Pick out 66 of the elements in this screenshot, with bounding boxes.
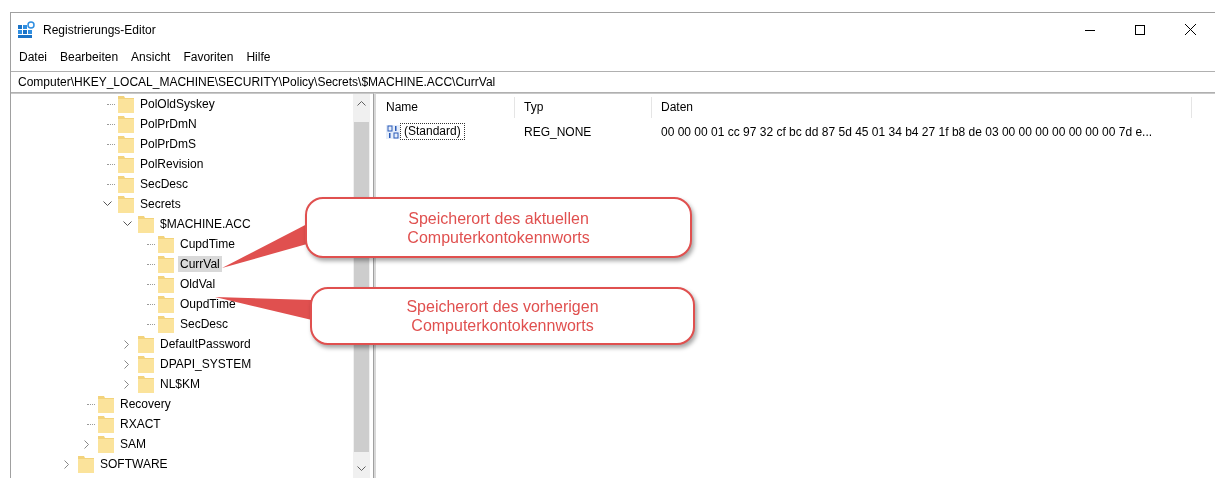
registry-editor-icon <box>18 21 35 38</box>
chevron-right-icon[interactable] <box>124 339 130 349</box>
column-header[interactable]: Name <box>377 97 515 118</box>
menu-item[interactable]: Bearbeiten <box>53 50 125 64</box>
folder-icon <box>78 455 94 473</box>
tree-item[interactable]: RXACT <box>118 416 163 432</box>
folder-icon <box>158 235 174 253</box>
folder-icon <box>98 395 114 413</box>
tree-item[interactable]: $MACHINE.ACC <box>158 216 253 232</box>
folder-icon <box>138 355 154 373</box>
tree-item[interactable]: Secrets <box>138 196 183 212</box>
folder-icon <box>98 435 114 453</box>
chevron-up-icon <box>357 100 366 106</box>
value-name[interactable]: (Standard) <box>400 123 465 140</box>
tree-item[interactable]: OldVal <box>178 276 218 292</box>
folder-icon <box>138 375 154 393</box>
binary-value-icon <box>386 124 400 139</box>
column-header[interactable]: Daten <box>652 97 1192 118</box>
menu-item[interactable]: Datei <box>12 50 53 64</box>
chevron-right-icon[interactable] <box>64 459 70 469</box>
menu-item[interactable]: Hilfe <box>239 50 277 64</box>
folder-icon <box>118 195 134 213</box>
tree-item[interactable]: DPAPI_SYSTEM <box>158 356 254 372</box>
tree-item[interactable]: Recovery <box>118 396 173 412</box>
chevron-down-icon[interactable] <box>122 221 132 227</box>
table-cell-text: 00 00 00 01 cc 97 32 cf bc dd 87 5d 45 01 34 b4 27 1f b8 de 03 00 00 00 00 00 00 00 7d e... <box>660 124 1153 139</box>
callout: Speicherort des aktuellen Computerkontokennworts <box>305 197 692 258</box>
folder-icon <box>138 335 154 353</box>
tree-item[interactable]: PolRevision <box>138 156 206 172</box>
tree-item[interactable]: SecDesc <box>138 176 191 192</box>
close-icon <box>1184 24 1196 35</box>
folder-icon <box>158 295 174 313</box>
folder-icon <box>118 95 134 113</box>
tree-item[interactable]: PolOldSyskey <box>138 96 217 112</box>
chevron-down-icon <box>357 466 366 472</box>
chevron-right-icon[interactable] <box>84 439 90 449</box>
folder-icon <box>118 135 134 153</box>
menu-item[interactable]: Favoriten <box>176 50 240 64</box>
tree-item[interactable]: DefaultPassword <box>158 336 253 352</box>
folder-icon <box>158 255 174 273</box>
tree-item[interactable]: SOFTWARE <box>98 456 170 472</box>
tree-item[interactable]: OupdTime <box>178 296 238 312</box>
tree-item[interactable]: CupdTime <box>178 236 237 252</box>
table-cell-text: REG_NONE <box>523 124 593 139</box>
folder-icon <box>118 175 134 193</box>
tree-item[interactable]: SAM <box>118 436 148 452</box>
folder-icon <box>138 215 154 233</box>
menu-item[interactable]: Ansicht <box>124 50 177 64</box>
window-title: Registrierungs-Editor <box>43 22 156 37</box>
column-header[interactable]: Typ <box>515 97 652 118</box>
tree-item[interactable]: SecDesc <box>178 316 231 332</box>
maximize-icon <box>1135 24 1145 35</box>
chevron-right-icon[interactable] <box>124 359 130 369</box>
folder-icon <box>118 155 134 173</box>
address-bar[interactable]: Computer\HKEY_LOCAL_MACHINE\SECURITY\Policy\Secrets\$MACHINE.ACC\CurrVal <box>11 71 1215 93</box>
callout: Speicherort des vorherigen Computerkontokennworts <box>310 287 695 345</box>
tree-item[interactable]: NL$KM <box>158 376 202 392</box>
chevron-down-icon[interactable] <box>102 201 112 207</box>
tree-item[interactable]: PolPrDmS <box>138 136 198 152</box>
folder-icon <box>158 275 174 293</box>
tree-item[interactable]: PolPrDmN <box>138 116 199 132</box>
folder-icon <box>118 115 134 133</box>
tree-item[interactable]: CurrVal <box>178 256 222 272</box>
folder-icon <box>98 415 114 433</box>
folder-icon <box>158 315 174 333</box>
chevron-right-icon[interactable] <box>124 379 130 389</box>
